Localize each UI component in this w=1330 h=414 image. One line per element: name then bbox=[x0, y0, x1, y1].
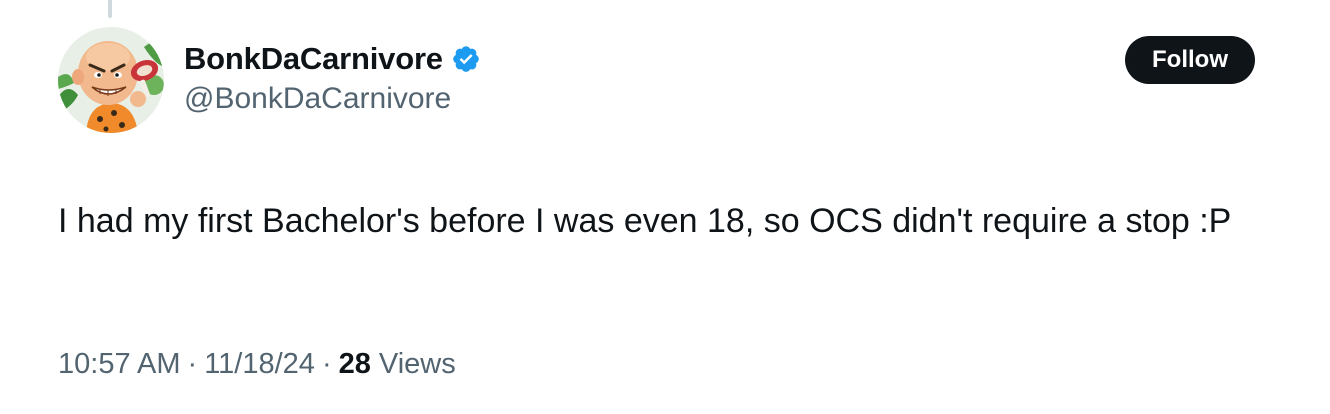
tweet-time[interactable]: 10:57 AM bbox=[58, 348, 181, 381]
author-block: BonkDaCarnivore @BonkDaCarnivore bbox=[184, 38, 481, 116]
author-handle[interactable]: @BonkDaCarnivore bbox=[184, 82, 481, 116]
tweet-meta: 10:57 AM · 11/18/24 · 28 Views bbox=[58, 348, 456, 381]
follow-button[interactable]: Follow bbox=[1125, 36, 1255, 84]
views-label: Views bbox=[378, 348, 456, 380]
thread-connector-line bbox=[108, 0, 112, 18]
tweet-text: I had my first Bachelor's before I was e… bbox=[58, 202, 1232, 240]
author-display-name[interactable]: BonkDaCarnivore bbox=[184, 41, 443, 77]
avatar[interactable] bbox=[58, 27, 164, 133]
tweet-date[interactable]: 11/18/24 bbox=[204, 348, 315, 381]
verified-badge-icon[interactable] bbox=[451, 44, 481, 74]
meta-separator: · bbox=[187, 348, 198, 380]
cartoon-caveman-avatar-icon bbox=[58, 27, 164, 133]
views-count: 28 bbox=[338, 348, 371, 380]
name-row: BonkDaCarnivore bbox=[184, 38, 481, 80]
meta-separator: · bbox=[321, 348, 332, 380]
